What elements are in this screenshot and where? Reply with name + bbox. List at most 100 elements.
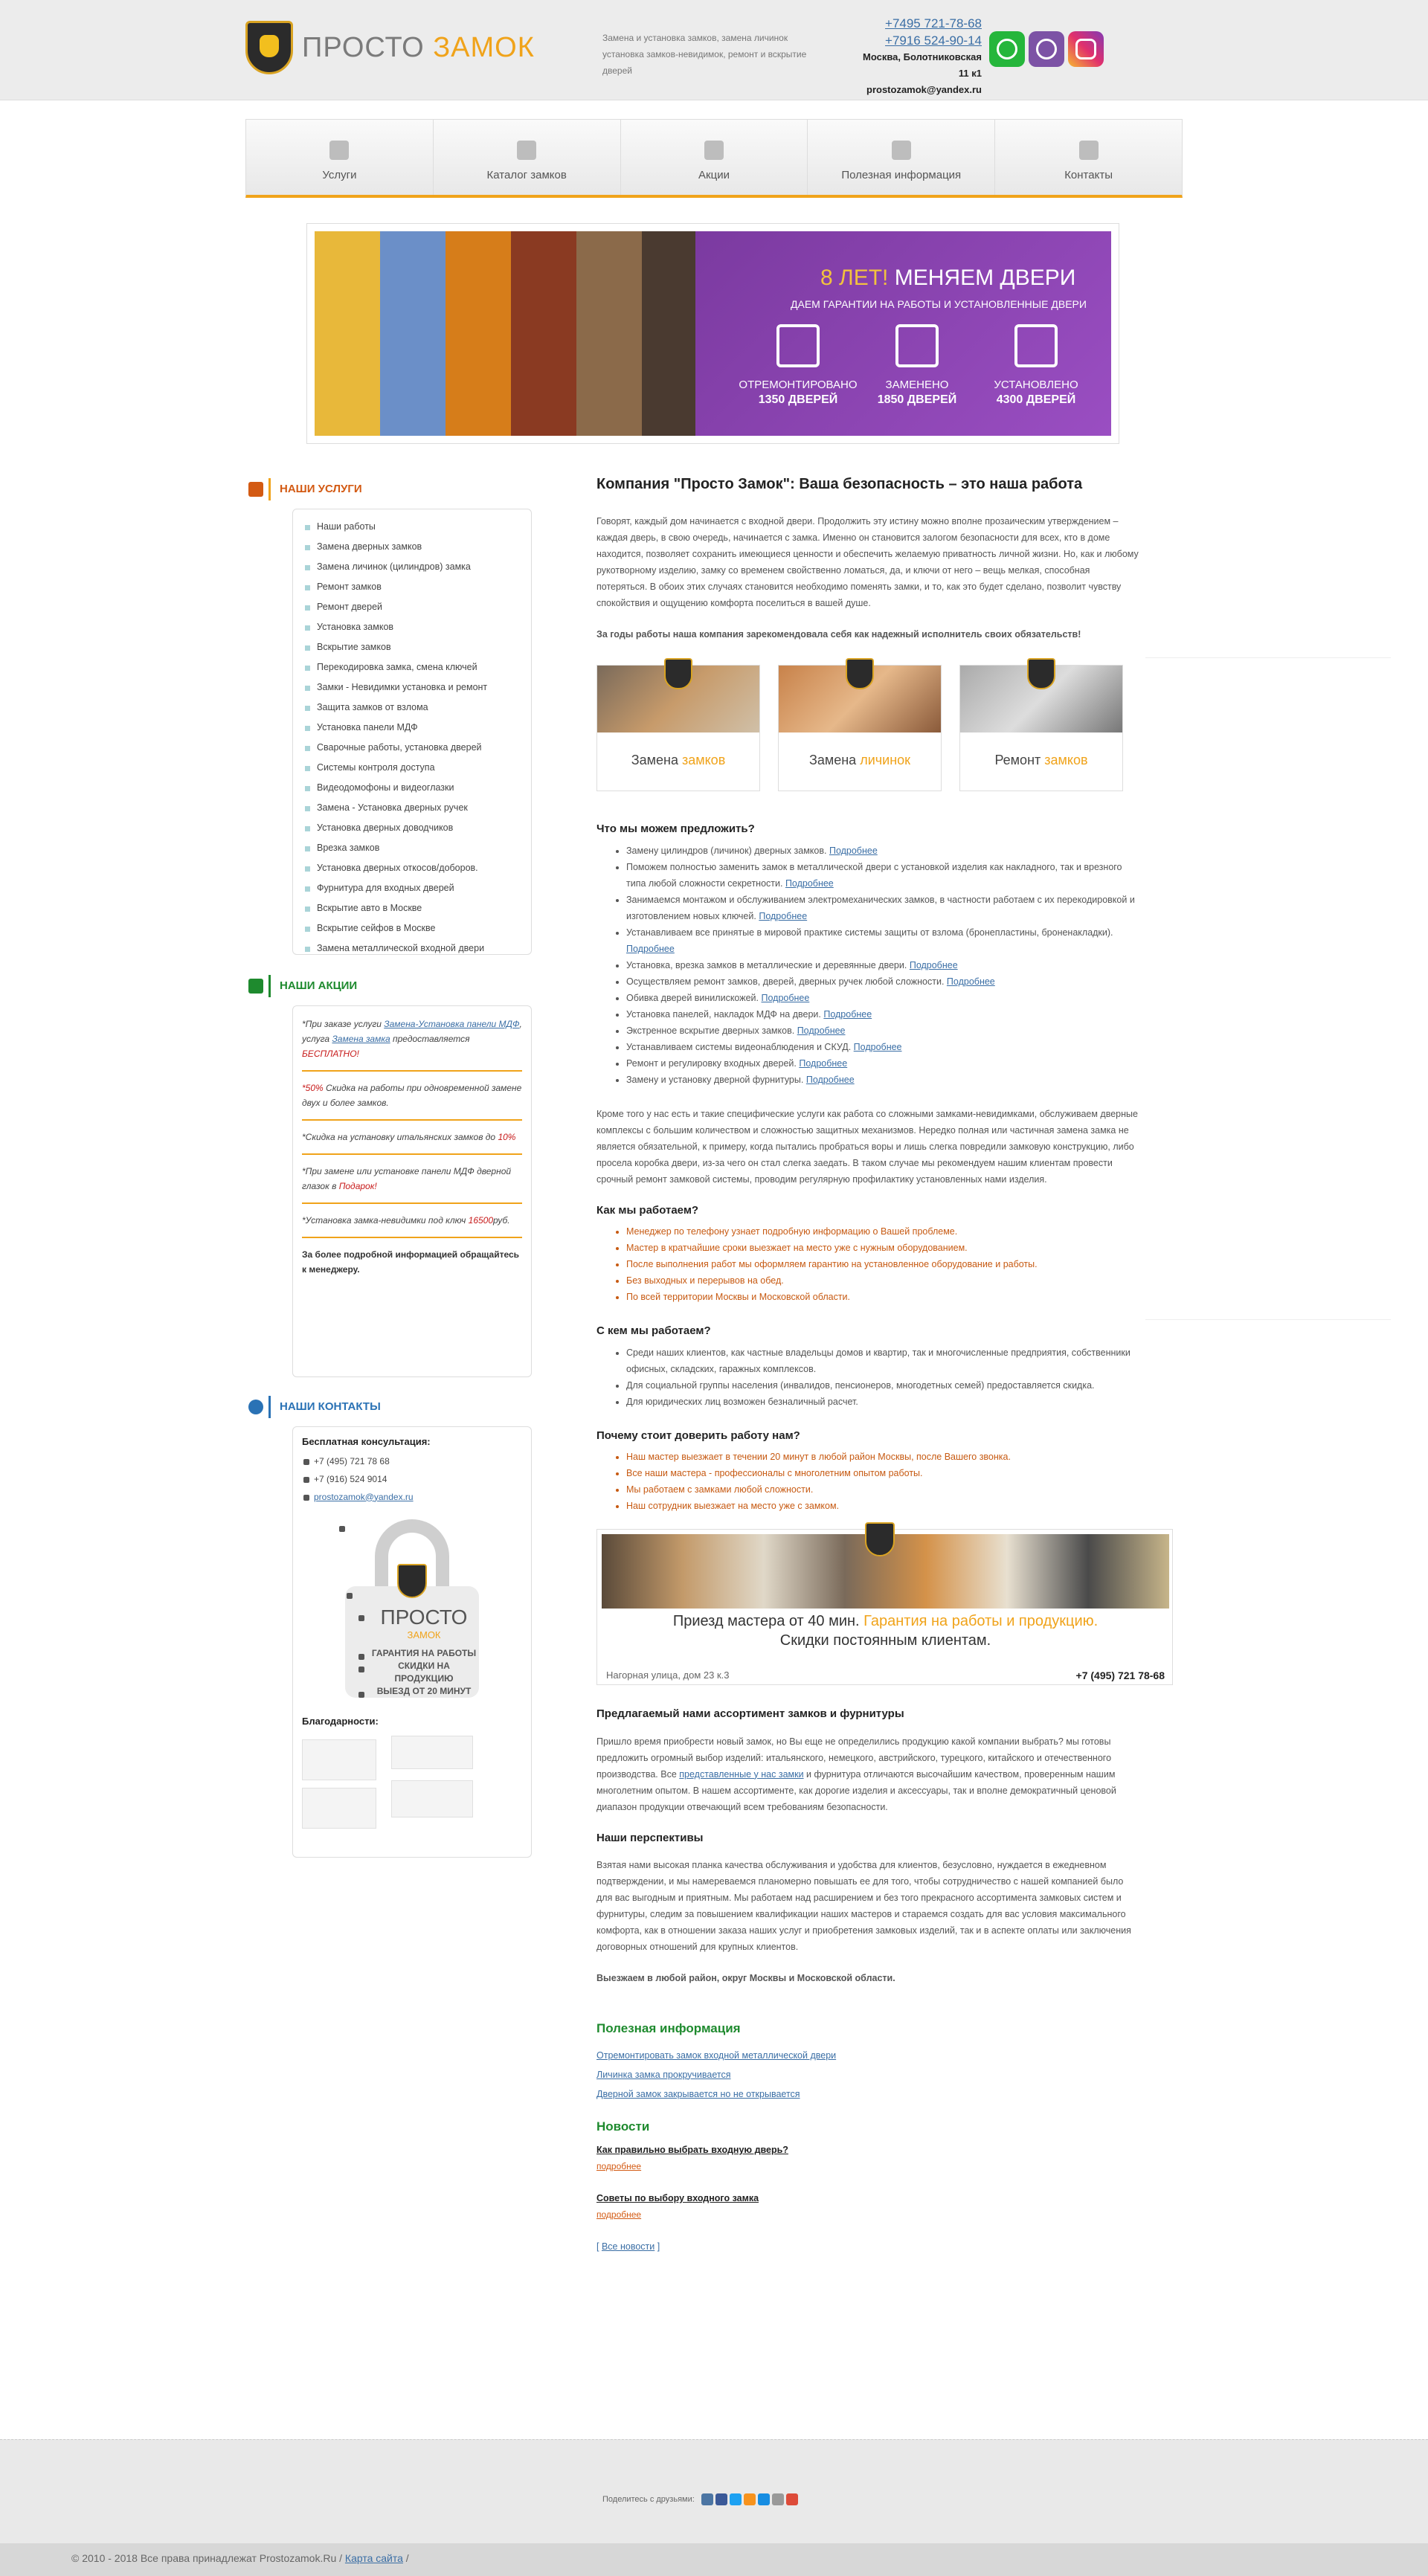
more-link[interactable]: Подробнее (806, 1075, 855, 1085)
card-lock-repair[interactable]: Ремонт замков (959, 658, 1123, 791)
repair-icon (776, 324, 820, 367)
useful-link[interactable]: Личинка замка прокручивается (596, 2065, 1139, 2084)
more-link[interactable]: Подробнее (626, 944, 675, 954)
service-item[interactable]: Ремонт дверей (302, 597, 522, 617)
services-heading: НАШИ УСЛУГИ (245, 476, 532, 503)
contacts-heading: НАШИ КОНТАКТЫ (245, 1394, 532, 1420)
thanks-label: Благодарности: (302, 1715, 379, 1727)
nav-useful-info[interactable]: Полезная информация (808, 120, 996, 195)
service-item[interactable]: Установка замков (302, 617, 522, 637)
tools-icon (245, 478, 271, 500)
why-item: Наш мастер выезжает в течении 20 минут в… (626, 1449, 1139, 1465)
more-link[interactable]: Подробнее (797, 1025, 846, 1036)
send-icon (1078, 141, 1099, 160)
promos-box: *При заказе услуги Замена-Установка пане… (292, 1005, 532, 1377)
contact-email[interactable]: prostozamok@yandex.ru (302, 1488, 522, 1506)
more-link[interactable]: Подробнее (910, 960, 958, 970)
sitemap-link[interactable]: Карта сайта (345, 2552, 403, 2564)
news-more-link[interactable]: подробнее (596, 2209, 641, 2220)
useful-link[interactable]: Отремонтировать замок входной металличес… (596, 2046, 1139, 2065)
offer-item: Ремонт и регулировку входных дверей. Под… (626, 1055, 1139, 1072)
who-item: Среди наших клиентов, как частные владел… (626, 1345, 1139, 1377)
more-link[interactable]: Подробнее (762, 993, 810, 1003)
more-link[interactable]: Подробнее (759, 911, 807, 921)
page: ПРОСТО ЗАМОК Замена и установка замков, … (0, 0, 1428, 2576)
whatsapp-icon[interactable] (989, 31, 1025, 67)
header-address: Москва, Болотниковская 11 к1 (863, 51, 982, 79)
card-lock-replacement[interactable]: Замена замков (596, 658, 760, 791)
service-item[interactable]: Защита замков от взлома (302, 698, 522, 718)
vk-icon[interactable] (701, 2493, 713, 2506)
service-item[interactable]: Врезка замков (302, 838, 522, 858)
how-item: Без выходных и перерывов на обед. (626, 1272, 1139, 1289)
instagram-icon[interactable] (1068, 31, 1104, 67)
more-link[interactable]: Подробнее (854, 1042, 902, 1052)
offer-list: Замену цилиндров (личинок) дверных замко… (626, 843, 1139, 1088)
main-content: Компания "Просто Замок": Ваша безопаснос… (596, 473, 1173, 2253)
more-link[interactable]: Подробнее (823, 1009, 872, 1020)
free-consult-label: Бесплатная консультация: (302, 1436, 431, 1447)
nav-promos[interactable]: Акции (621, 120, 808, 195)
service-item[interactable]: Установка панели МДФ (302, 718, 522, 738)
perspectives-text: Взятая нами высокая планка качества обсл… (596, 1860, 1131, 1952)
logo[interactable]: ПРОСТО ЗАМОК (245, 21, 535, 74)
card-cylinder-replacement[interactable]: Замена личинок (778, 658, 942, 791)
mailru-icon[interactable] (757, 2493, 770, 2506)
service-item[interactable]: Замки - Невидимки установка и ремонт (302, 677, 522, 698)
assortment-link[interactable]: представленные у нас замки (679, 1769, 803, 1780)
header-phone-1[interactable]: +7495 721-78-68 (863, 15, 982, 32)
ad-banner[interactable]: Приезд мастера от 40 мин. Гарантия на ра… (596, 1522, 1173, 1685)
tools-icon (329, 141, 350, 160)
service-item[interactable]: Видеодомофоны и видеоглазки (302, 778, 522, 798)
service-item[interactable]: Вскрытие сейфов в Москве (302, 918, 522, 938)
all-news-link[interactable]: Все новости (602, 2241, 654, 2252)
offer-item: Устанавливаем системы видеонаблюдения и … (626, 1039, 1139, 1055)
promo-link-lock[interactable]: Замена замка (332, 1034, 390, 1044)
service-item[interactable]: Вскрытие замков (302, 637, 522, 657)
how-item: Мастер в кратчайшие сроки выезжает на ме… (626, 1240, 1139, 1256)
how-item: После выполнения работ мы оформляем гара… (626, 1256, 1139, 1272)
service-item[interactable]: Системы контроля доступа (302, 758, 522, 778)
service-item[interactable]: Вскрытие авто в Москве (302, 898, 522, 918)
livejournal-icon[interactable] (771, 2493, 784, 2506)
promo-1: *При заказе услуги Замена-Установка пане… (302, 1017, 522, 1072)
service-item[interactable]: Ремонт замков (302, 577, 522, 597)
facebook-icon[interactable] (715, 2493, 727, 2506)
nav-label: Контакты (1064, 169, 1113, 181)
news-title[interactable]: Советы по выбору входного замка (596, 2192, 1139, 2206)
contact-phone-1[interactable]: +7 (495) 721 78 68 (302, 1452, 522, 1470)
googleplus-icon[interactable] (785, 2493, 798, 2506)
service-item[interactable]: Замена металлической входной двери (302, 938, 522, 959)
service-item[interactable]: Замена личинок (цилиндров) замка (302, 557, 522, 577)
service-item[interactable]: Замена дверных замков (302, 537, 522, 557)
service-cards: Замена замков Замена личинок Ремонт замк… (596, 658, 1139, 791)
ad-phone: +7 (495) 721 78-68 (1075, 1669, 1165, 1681)
more-link[interactable]: Подробнее (799, 1058, 847, 1069)
promo-link-mdf[interactable]: Замена-Установка панели МДФ (384, 1019, 519, 1029)
news-more-link[interactable]: подробнее (596, 2161, 641, 2171)
more-link[interactable]: Подробнее (785, 878, 834, 889)
service-item[interactable]: Установка дверных доводчиков (302, 818, 522, 838)
contact-phone-2[interactable]: +7 (916) 524 9014 (302, 1470, 522, 1488)
service-item[interactable]: Сварочные работы, установка дверей (302, 738, 522, 758)
twitter-icon[interactable] (729, 2493, 742, 2506)
viber-icon[interactable] (1029, 31, 1064, 67)
service-item[interactable]: Наши работы (302, 517, 522, 537)
header-phone-2[interactable]: +7916 524-90-14 (863, 32, 982, 49)
more-link[interactable]: Подробнее (947, 976, 995, 987)
news-title[interactable]: Как правильно выбрать входную дверь? (596, 2143, 1139, 2157)
nav-contacts[interactable]: Контакты (995, 120, 1182, 195)
service-item[interactable]: Перекодировка замка, смена ключей (302, 657, 522, 677)
more-link[interactable]: Подробнее (829, 846, 878, 856)
useful-heading: Полезная информация (596, 2021, 741, 2035)
service-item[interactable]: Фурнитура для входных дверей (302, 878, 522, 898)
service-item[interactable]: Замена - Установка дверных ручек (302, 798, 522, 818)
nav-catalog[interactable]: Каталог замков (434, 120, 621, 195)
nav-services[interactable]: Услуги (246, 120, 434, 195)
service-item[interactable]: Установка дверных откосов/доборов. (302, 858, 522, 878)
odnoklassniki-icon[interactable] (743, 2493, 756, 2506)
door-image (642, 231, 695, 436)
useful-link[interactable]: Дверной замок закрывается но не открывае… (596, 2084, 1139, 2104)
banner[interactable]: 8 ЛЕТ! МЕНЯЕМ ДВЕРИ ДАЕМ ГАРАНТИИ НА РАБ… (315, 231, 1111, 436)
all-news: [ Все новости ] (596, 2241, 660, 2252)
